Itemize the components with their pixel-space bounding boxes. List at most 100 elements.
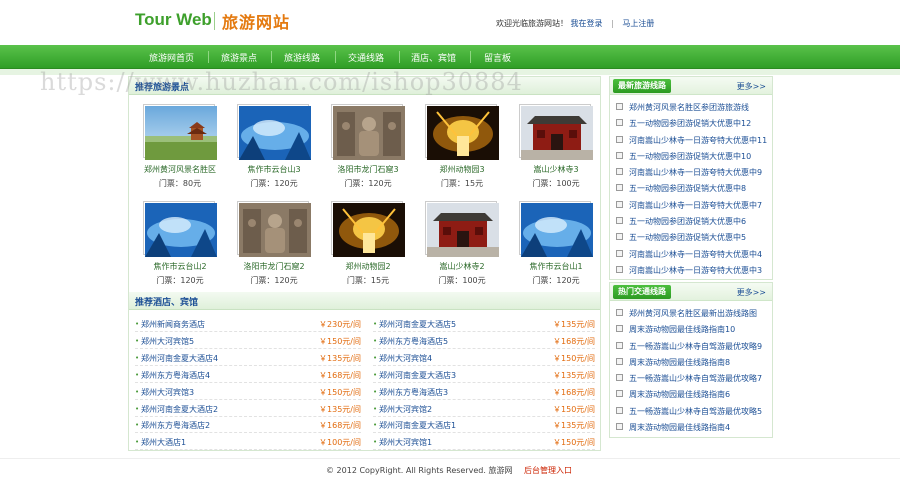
hotel-name[interactable]: 郑州东方粤海酒店2	[141, 420, 210, 431]
sidebar-item-label[interactable]: 郑州黄河风景名胜区参团游旅游线	[629, 102, 749, 113]
sidebar-list-item[interactable]: 周末游动物园最佳线路指南4	[610, 419, 772, 435]
hotel-row[interactable]: • 郑州大河宾馆2 ￥150元/间	[373, 401, 595, 417]
hotel-name[interactable]: 郑州东方粤海酒店5	[379, 336, 448, 347]
hotel-row[interactable]: • 郑州大河宾馆5 ￥150元/间	[135, 333, 361, 349]
nav-item-hotels[interactable]: 酒店、宾馆	[411, 51, 456, 64]
hotel-row[interactable]: • 郑州河南金夏大酒店2 ￥135元/间	[135, 401, 361, 417]
scenic-card[interactable]: 嵩山少林寺3 门票：100元	[509, 104, 603, 189]
sidebar-item-label[interactable]: 河南嵩山少林寺一日游夸特大优惠中9	[629, 167, 762, 178]
sidebar-list-item[interactable]: 郑州黄河风景名胜区参团游旅游线	[610, 99, 772, 115]
sidebar-list-item[interactable]: 五一动物园参团游促销大优惠中8	[610, 180, 772, 196]
hotel-name[interactable]: 郑州大河宾馆2	[379, 404, 432, 415]
scenic-photo[interactable]	[425, 104, 499, 160]
scenic-name[interactable]: 焦作市云台山3	[227, 164, 321, 175]
nav-item-home[interactable]: 旅游网首页	[149, 51, 194, 64]
scenic-photo[interactable]	[331, 104, 405, 160]
hotel-row[interactable]: • 郑州东方粤海酒店2 ￥168元/间	[135, 417, 361, 434]
sidebar-item-label[interactable]: 河南嵩山少林寺一日游夸特大优惠中7	[629, 200, 762, 211]
scenic-photo[interactable]	[237, 104, 311, 160]
sidebar-list-item[interactable]: 五一畅游嵩山少林寺自驾游最优攻略9	[610, 338, 772, 354]
nav-item-traffic[interactable]: 交通线路	[348, 51, 384, 64]
sidebar-item-label[interactable]: 五一畅游嵩山少林寺自驾游最优攻略7	[629, 373, 762, 384]
hotel-row[interactable]: • 郑州河南金夏大酒店1 ￥135元/间	[373, 417, 595, 434]
logo-chinese[interactable]: 旅游网站	[222, 9, 290, 33]
scenic-card[interactable]: 焦作市云台山2 门票：120元	[133, 201, 227, 286]
hotel-row[interactable]: • 郑州大河宾馆3 ￥150元/间	[135, 384, 361, 400]
sidebar-item-label[interactable]: 五一动物园参团游促销大优惠中5	[629, 232, 746, 243]
scenic-name[interactable]: 嵩山少林寺3	[509, 164, 603, 175]
sidebar-item-label[interactable]: 周末游动物园最佳线路指南6	[629, 389, 730, 400]
nav-item-guestbook[interactable]: 留言板	[484, 51, 511, 64]
scenic-photo[interactable]	[143, 104, 217, 160]
sidebar-list-item[interactable]: 河南嵩山少林寺一日游夸特大优惠中3	[610, 262, 772, 278]
scenic-photo[interactable]	[519, 104, 593, 160]
scenic-name[interactable]: 郑州黄河风景名胜区	[133, 164, 227, 175]
hotel-row[interactable]: • 郑州新闻商务酒店 ￥230元/间	[135, 316, 361, 332]
scenic-name[interactable]: 焦作市云台山1	[509, 261, 603, 272]
hotel-name[interactable]: 郑州东方粤海酒店4	[141, 370, 210, 381]
hotel-row[interactable]: • 郑州大河宾馆1 ￥150元/间	[373, 434, 595, 451]
scenic-card[interactable]: 郑州黄河风景名胜区 门票：80元	[133, 104, 227, 189]
sidebar-item-label[interactable]: 河南嵩山少林寺一日游夸特大优惠中11	[629, 135, 767, 146]
hotel-name[interactable]: 郑州河南金夏大酒店5	[379, 319, 456, 330]
sidebar-item-label[interactable]: 周末游动物园最佳线路指南8	[629, 357, 730, 368]
scenic-name[interactable]: 郑州动物园3	[415, 164, 509, 175]
sidebar-list-item[interactable]: 五一动物园参团游促销大优惠中5	[610, 229, 772, 245]
hotel-row[interactable]: • 郑州东方粤海酒店4 ￥168元/间	[135, 367, 361, 383]
sidebar-list-item[interactable]: 五一动物园参团游促销大优惠中12	[610, 115, 772, 131]
sidebar-item-label[interactable]: 五一动物园参团游促销大优惠中12	[629, 118, 751, 129]
sidebar-list-item[interactable]: 五一畅游嵩山少林寺自驾游最优攻略5	[610, 403, 772, 419]
sidebar-list-item[interactable]: 河南嵩山少林寺一日游夸特大优惠中4	[610, 246, 772, 262]
scenic-photo[interactable]	[519, 201, 593, 257]
scenic-photo[interactable]	[237, 201, 311, 257]
hotel-name[interactable]: 郑州大河宾馆4	[379, 353, 432, 364]
hotel-row[interactable]: • 郑州河南金夏大酒店5 ￥135元/间	[373, 316, 595, 332]
sidebar-item-label[interactable]: 五一动物园参团游促销大优惠中10	[629, 151, 751, 162]
hotel-name[interactable]: 郑州东方粤海酒店3	[379, 387, 448, 398]
hotel-row[interactable]: • 郑州河南金夏大酒店3 ￥135元/间	[373, 367, 595, 383]
nav-item-scenic[interactable]: 旅游景点	[221, 51, 257, 64]
sidebar-item-label[interactable]: 郑州黄河风景名胜区最新出游线路图	[629, 308, 757, 319]
hotel-name[interactable]: 郑州大河宾馆5	[141, 336, 194, 347]
hotel-row[interactable]: • 郑州东方粤海酒店3 ￥168元/间	[373, 384, 595, 400]
sidebar-list-item[interactable]: 郑州黄河风景名胜区最新出游线路图	[610, 305, 772, 321]
scenic-name[interactable]: 嵩山少林寺2	[415, 261, 509, 272]
register-link[interactable]: 马上注册	[622, 19, 654, 28]
latest-routes-more-link[interactable]: 更多>>	[737, 81, 766, 92]
scenic-name[interactable]: 洛阳市龙门石窟2	[227, 261, 321, 272]
sidebar-list-item[interactable]: 五一畅游嵩山少林寺自驾游最优攻略7	[610, 370, 772, 386]
hotel-row[interactable]: • 郑州东方粤海酒店5 ￥168元/间	[373, 333, 595, 349]
hotel-name[interactable]: 郑州大河宾馆3	[141, 387, 194, 398]
scenic-card[interactable]: 郑州动物园3 门票：15元	[415, 104, 509, 189]
sidebar-item-label[interactable]: 五一动物园参团游促销大优惠中6	[629, 216, 746, 227]
scenic-photo[interactable]	[143, 201, 217, 257]
sidebar-item-label[interactable]: 周末游动物园最佳线路指南4	[629, 422, 730, 433]
sidebar-item-label[interactable]: 五一畅游嵩山少林寺自驾游最优攻略5	[629, 406, 762, 417]
sidebar-list-item[interactable]: 周末游动物园最佳线路指南10	[610, 321, 772, 337]
sidebar-item-label[interactable]: 五一动物园参团游促销大优惠中8	[629, 183, 746, 194]
admin-link[interactable]: 后台管理入口	[524, 465, 572, 476]
hot-traffic-more-link[interactable]: 更多>>	[737, 287, 766, 298]
hotel-name[interactable]: 郑州新闻商务酒店	[141, 319, 205, 330]
sidebar-list-item[interactable]: 河南嵩山少林寺一日游夸特大优惠中7	[610, 197, 772, 213]
nav-item-routes[interactable]: 旅游线路	[284, 51, 320, 64]
login-link[interactable]: 我在登录	[571, 19, 603, 28]
sidebar-item-label[interactable]: 五一畅游嵩山少林寺自驾游最优攻略9	[629, 341, 762, 352]
scenic-photo[interactable]	[331, 201, 405, 257]
scenic-card[interactable]: 洛阳市龙门石窟2 门票：120元	[227, 201, 321, 286]
scenic-card[interactable]: 郑州动物园2 门票：15元	[321, 201, 415, 286]
hotel-name[interactable]: 郑州河南金夏大酒店4	[141, 353, 218, 364]
hotel-name[interactable]: 郑州河南金夏大酒店1	[379, 420, 456, 431]
hotel-row[interactable]: • 郑州大酒店1 ￥100元/间	[135, 434, 361, 451]
hotel-name[interactable]: 郑州河南金夏大酒店3	[379, 370, 456, 381]
hotel-row[interactable]: • 郑州河南金夏大酒店4 ￥135元/间	[135, 350, 361, 366]
sidebar-list-item[interactable]: 周末游动物园最佳线路指南6	[610, 386, 772, 402]
sidebar-item-label[interactable]: 河南嵩山少林寺一日游夸特大优惠中3	[629, 265, 762, 276]
scenic-card[interactable]: 焦作市云台山1 门票：120元	[509, 201, 603, 286]
sidebar-list-item[interactable]: 五一动物园参团游促销大优惠中6	[610, 213, 772, 229]
sidebar-item-label[interactable]: 河南嵩山少林寺一日游夸特大优惠中4	[629, 249, 762, 260]
scenic-name[interactable]: 郑州动物园2	[321, 261, 415, 272]
sidebar-list-item[interactable]: 周末游动物园最佳线路指南8	[610, 354, 772, 370]
scenic-name[interactable]: 焦作市云台山2	[133, 261, 227, 272]
sidebar-list-item[interactable]: 河南嵩山少林寺一日游夸特大优惠中11	[610, 132, 772, 148]
